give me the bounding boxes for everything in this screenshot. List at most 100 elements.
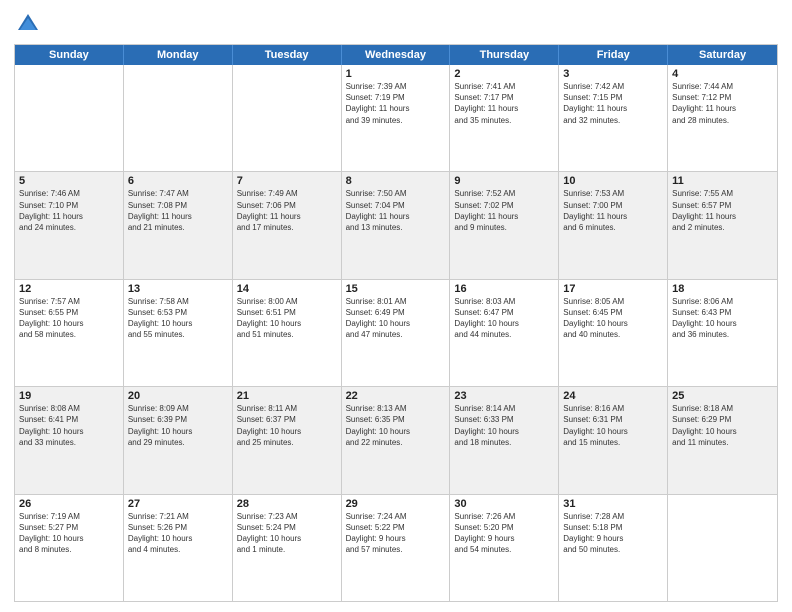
day-number: 17: [563, 283, 663, 295]
cell-text-line: Sunrise: 7:28 AM: [563, 511, 663, 522]
calendar-cell-21: 21Sunrise: 8:11 AMSunset: 6:37 PMDayligh…: [233, 387, 342, 493]
cell-text-line: and 32 minutes.: [563, 115, 663, 126]
cell-text-line: Daylight: 10 hours: [128, 533, 228, 544]
cell-text-line: Sunrise: 7:19 AM: [19, 511, 119, 522]
cell-text-line: Sunset: 7:12 PM: [672, 92, 773, 103]
day-number: 12: [19, 283, 119, 295]
header-day-monday: Monday: [124, 45, 233, 65]
cell-text-line: and 18 minutes.: [454, 437, 554, 448]
header: [14, 10, 778, 38]
cell-text-line: Daylight: 10 hours: [672, 318, 773, 329]
cell-text-line: Daylight: 11 hours: [237, 211, 337, 222]
calendar-cell-8: 8Sunrise: 7:50 AMSunset: 7:04 PMDaylight…: [342, 172, 451, 278]
cell-text-line: Daylight: 10 hours: [237, 426, 337, 437]
cell-text-line: Sunset: 6:39 PM: [128, 414, 228, 425]
cell-text-line: Sunset: 6:49 PM: [346, 307, 446, 318]
day-number: 29: [346, 498, 446, 510]
day-number: 16: [454, 283, 554, 295]
day-number: 11: [672, 175, 773, 187]
cell-text-line: Sunrise: 7:26 AM: [454, 511, 554, 522]
calendar-cell-10: 10Sunrise: 7:53 AMSunset: 7:00 PMDayligh…: [559, 172, 668, 278]
calendar: SundayMondayTuesdayWednesdayThursdayFrid…: [14, 44, 778, 602]
calendar-cell-12: 12Sunrise: 7:57 AMSunset: 6:55 PMDayligh…: [15, 280, 124, 386]
cell-text-line: Sunset: 6:51 PM: [237, 307, 337, 318]
cell-text-line: Sunrise: 7:58 AM: [128, 296, 228, 307]
cell-text-line: and 21 minutes.: [128, 222, 228, 233]
calendar-row-0: 1Sunrise: 7:39 AMSunset: 7:19 PMDaylight…: [15, 65, 777, 171]
day-number: 19: [19, 390, 119, 402]
cell-text-line: and 1 minute.: [237, 544, 337, 555]
cell-text-line: Sunrise: 7:47 AM: [128, 188, 228, 199]
cell-text-line: and 24 minutes.: [19, 222, 119, 233]
calendar-cell-16: 16Sunrise: 8:03 AMSunset: 6:47 PMDayligh…: [450, 280, 559, 386]
cell-text-line: Sunset: 7:17 PM: [454, 92, 554, 103]
cell-text-line: Sunset: 5:20 PM: [454, 522, 554, 533]
cell-text-line: Sunrise: 7:44 AM: [672, 81, 773, 92]
cell-text-line: Daylight: 11 hours: [563, 103, 663, 114]
cell-text-line: Sunset: 6:53 PM: [128, 307, 228, 318]
cell-text-line: and 11 minutes.: [672, 437, 773, 448]
cell-text-line: Sunset: 5:27 PM: [19, 522, 119, 533]
cell-text-line: Sunset: 6:57 PM: [672, 200, 773, 211]
cell-text-line: Daylight: 9 hours: [563, 533, 663, 544]
cell-text-line: Sunset: 7:00 PM: [563, 200, 663, 211]
calendar-cell-3: 3Sunrise: 7:42 AMSunset: 7:15 PMDaylight…: [559, 65, 668, 171]
cell-text-line: Sunrise: 7:46 AM: [19, 188, 119, 199]
logo: [14, 10, 46, 38]
cell-text-line: Daylight: 11 hours: [128, 211, 228, 222]
cell-text-line: and 15 minutes.: [563, 437, 663, 448]
cell-text-line: Sunset: 6:31 PM: [563, 414, 663, 425]
cell-text-line: Sunrise: 8:05 AM: [563, 296, 663, 307]
cell-text-line: Daylight: 10 hours: [672, 426, 773, 437]
cell-text-line: Daylight: 11 hours: [563, 211, 663, 222]
cell-text-line: and 2 minutes.: [672, 222, 773, 233]
cell-text-line: Daylight: 10 hours: [19, 533, 119, 544]
cell-text-line: and 9 minutes.: [454, 222, 554, 233]
calendar-cell-9: 9Sunrise: 7:52 AMSunset: 7:02 PMDaylight…: [450, 172, 559, 278]
calendar-cell-25: 25Sunrise: 8:18 AMSunset: 6:29 PMDayligh…: [668, 387, 777, 493]
cell-text-line: Sunset: 6:43 PM: [672, 307, 773, 318]
header-day-wednesday: Wednesday: [342, 45, 451, 65]
cell-text-line: and 8 minutes.: [19, 544, 119, 555]
cell-text-line: and 35 minutes.: [454, 115, 554, 126]
day-number: 2: [454, 68, 554, 80]
cell-text-line: Sunrise: 8:06 AM: [672, 296, 773, 307]
cell-text-line: Sunrise: 8:16 AM: [563, 403, 663, 414]
cell-text-line: and 44 minutes.: [454, 329, 554, 340]
cell-text-line: Sunrise: 8:09 AM: [128, 403, 228, 414]
cell-text-line: Sunrise: 7:41 AM: [454, 81, 554, 92]
header-day-friday: Friday: [559, 45, 668, 65]
cell-text-line: Sunrise: 8:11 AM: [237, 403, 337, 414]
cell-text-line: Sunset: 7:08 PM: [128, 200, 228, 211]
header-day-tuesday: Tuesday: [233, 45, 342, 65]
calendar-cell-19: 19Sunrise: 8:08 AMSunset: 6:41 PMDayligh…: [15, 387, 124, 493]
calendar-cell-7: 7Sunrise: 7:49 AMSunset: 7:06 PMDaylight…: [233, 172, 342, 278]
header-day-sunday: Sunday: [15, 45, 124, 65]
cell-text-line: Sunset: 5:24 PM: [237, 522, 337, 533]
cell-text-line: and 22 minutes.: [346, 437, 446, 448]
calendar-cell-30: 30Sunrise: 7:26 AMSunset: 5:20 PMDayligh…: [450, 495, 559, 601]
calendar-row-4: 26Sunrise: 7:19 AMSunset: 5:27 PMDayligh…: [15, 494, 777, 601]
cell-text-line: Daylight: 11 hours: [454, 211, 554, 222]
cell-text-line: Sunrise: 8:03 AM: [454, 296, 554, 307]
cell-text-line: Sunrise: 7:52 AM: [454, 188, 554, 199]
calendar-cell-2: 2Sunrise: 7:41 AMSunset: 7:17 PMDaylight…: [450, 65, 559, 171]
cell-text-line: Sunset: 5:22 PM: [346, 522, 446, 533]
cell-text-line: and 51 minutes.: [237, 329, 337, 340]
cell-text-line: Sunrise: 7:21 AM: [128, 511, 228, 522]
day-number: 24: [563, 390, 663, 402]
calendar-row-1: 5Sunrise: 7:46 AMSunset: 7:10 PMDaylight…: [15, 171, 777, 278]
day-number: 3: [563, 68, 663, 80]
cell-text-line: Daylight: 10 hours: [346, 426, 446, 437]
cell-text-line: Sunrise: 7:23 AM: [237, 511, 337, 522]
calendar-cell-31: 31Sunrise: 7:28 AMSunset: 5:18 PMDayligh…: [559, 495, 668, 601]
cell-text-line: Sunrise: 7:50 AM: [346, 188, 446, 199]
cell-text-line: Daylight: 11 hours: [672, 103, 773, 114]
cell-text-line: Daylight: 10 hours: [128, 426, 228, 437]
cell-text-line: Daylight: 10 hours: [563, 426, 663, 437]
cell-text-line: Sunrise: 8:08 AM: [19, 403, 119, 414]
calendar-cell-28: 28Sunrise: 7:23 AMSunset: 5:24 PMDayligh…: [233, 495, 342, 601]
day-number: 31: [563, 498, 663, 510]
calendar-row-2: 12Sunrise: 7:57 AMSunset: 6:55 PMDayligh…: [15, 279, 777, 386]
cell-text-line: Daylight: 10 hours: [454, 426, 554, 437]
